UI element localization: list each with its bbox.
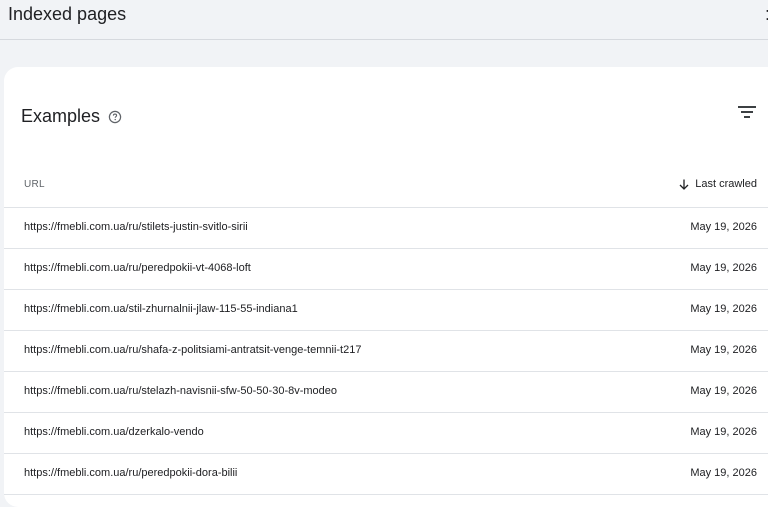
table-row[interactable]: https://fmebli.com.ua/ru/stilets-justin-… (4, 208, 768, 249)
row-url[interactable]: https://fmebli.com.ua/ru/peredpokii-dora… (24, 467, 237, 479)
filter-icon[interactable] (738, 105, 756, 119)
row-url[interactable]: https://fmebli.com.ua/ru/stilets-justin-… (24, 221, 248, 233)
row-last-crawled: May 19, 2026 (690, 262, 757, 274)
page-title: Indexed pages (8, 4, 127, 24)
table-body: https://fmebli.com.ua/ru/stilets-justin-… (4, 208, 768, 495)
arrow-down-icon (679, 179, 689, 190)
row-last-crawled: May 19, 2026 (690, 426, 757, 438)
table-row[interactable]: https://fmebli.com.ua/ru/stelazh-navisni… (4, 372, 768, 413)
help-circle-icon[interactable] (108, 110, 122, 124)
row-last-crawled: May 19, 2026 (690, 303, 757, 315)
row-url[interactable]: https://fmebli.com.ua/ru/peredpokii-vt-4… (24, 262, 251, 274)
row-url[interactable]: https://fmebli.com.ua/ru/stelazh-navisni… (24, 385, 337, 397)
row-last-crawled: May 19, 2026 (690, 221, 757, 233)
table-row[interactable]: https://fmebli.com.ua/ru/peredpokii-vt-4… (4, 249, 768, 290)
table-header: URL Last crawled (4, 167, 768, 208)
card-title: Examples (21, 106, 122, 127)
column-header-last-crawled[interactable]: Last crawled (679, 178, 757, 190)
row-last-crawled: May 19, 2026 (690, 467, 757, 479)
row-url[interactable]: https://fmebli.com.ua/ru/shafa-z-politsi… (24, 344, 361, 356)
row-url[interactable]: https://fmebli.com.ua/stil-zhurnalnii-jl… (24, 303, 298, 315)
table-row[interactable]: https://fmebli.com.ua/dzerkalo-vendo May … (4, 413, 768, 454)
column-header-last-crawled-label: Last crawled (695, 178, 757, 190)
row-last-crawled: May 19, 2026 (690, 344, 757, 356)
table-row[interactable]: https://fmebli.com.ua/stil-zhurnalnii-jl… (4, 290, 768, 331)
row-last-crawled: May 19, 2026 (690, 385, 757, 397)
top-bar: Indexed pages : (0, 0, 768, 40)
table-row[interactable]: https://fmebli.com.ua/ru/shafa-z-politsi… (4, 331, 768, 372)
examples-card: Examples URL Last crawled https://fmebli… (4, 67, 768, 507)
card-title-text: Examples (21, 106, 101, 126)
column-header-url[interactable]: URL (24, 179, 45, 190)
row-url[interactable]: https://fmebli.com.ua/dzerkalo-vendo (24, 426, 204, 438)
table-row[interactable]: https://fmebli.com.ua/ru/peredpokii-dora… (4, 454, 768, 495)
